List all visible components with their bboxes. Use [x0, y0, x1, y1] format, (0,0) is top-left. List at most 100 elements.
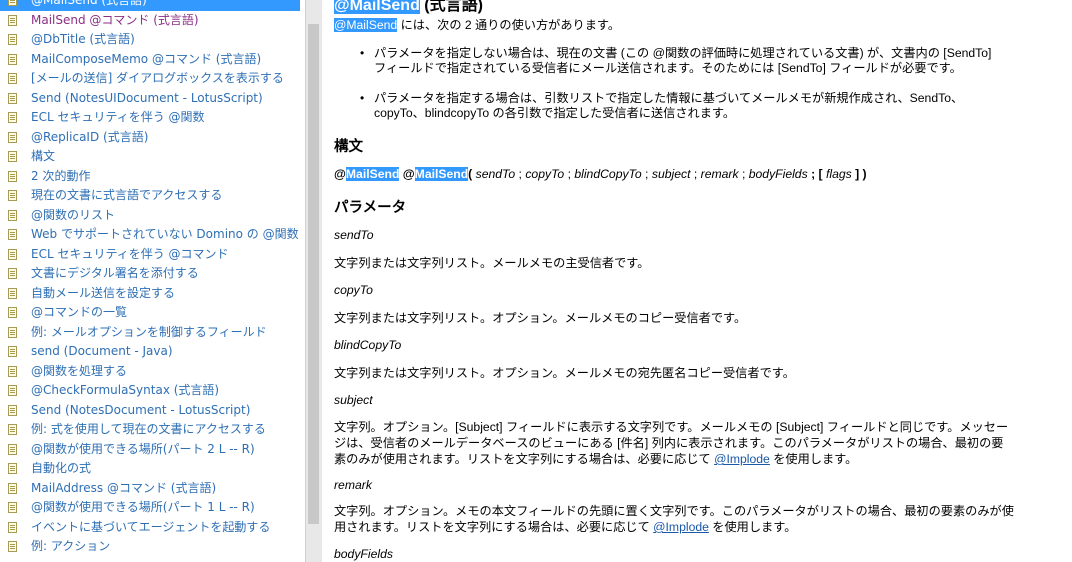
- index-item-label: @コマンドの一覧: [31, 305, 128, 319]
- index-item-label: MailComposeMemo @コマンド (式言語): [31, 51, 262, 66]
- document-icon: [8, 326, 17, 338]
- implode-link[interactable]: @Implode: [653, 520, 709, 534]
- document-icon: [8, 190, 17, 201]
- index-item[interactable]: Send (NotesDocument - LotusScript): [0, 401, 300, 421]
- index-item-label: @関数のリスト: [31, 207, 116, 222]
- document-icon: [8, 229, 17, 240]
- document-icon: [8, 73, 17, 84]
- index-item-label: Send (NotesDocument - LotusScript): [31, 402, 251, 417]
- index-item-label: MailSend @コマンド (式言語): [31, 12, 199, 27]
- bullet-dot-2: •: [360, 91, 365, 105]
- index-item-label: イベントに基づいてエージェントを起動する: [31, 519, 271, 534]
- index-item-label: 現在の文書に式言語でアクセスする: [31, 188, 223, 202]
- subject-desc-tail: を使用します。: [769, 452, 858, 466]
- help-article: @MailSend (式言語) @MailSend には、次の 2 通りの使い方…: [322, 0, 1072, 562]
- index-item[interactable]: @DbTitle (式言語): [0, 30, 300, 50]
- index-item[interactable]: ECL セキュリティを伴う @コマンド: [0, 245, 300, 265]
- index-item[interactable]: MailSend @コマンド (式言語): [0, 11, 300, 31]
- index-item[interactable]: MailAddress @コマンド (式言語): [0, 479, 300, 499]
- index-item-label: 構文: [31, 149, 56, 163]
- index-item-label: 自動化の式: [31, 461, 92, 475]
- index-item[interactable]: @関数のリスト: [0, 206, 300, 226]
- index-item-label: 例: 式を使用して現在の文書にアクセスする: [31, 422, 266, 436]
- syntax-heading: 構文: [334, 139, 363, 155]
- index-item[interactable]: send (Document - Java): [0, 342, 300, 362]
- index-item[interactable]: MailComposeMemo @コマンド (式言語): [0, 50, 300, 70]
- intro-highlight: @MailSend: [334, 18, 398, 32]
- syntax-sep: ;: [515, 167, 526, 181]
- index-item[interactable]: @ReplicaID (式言語): [0, 128, 300, 148]
- subject-desc-text: 文字列。オプション。[Subject] フィールドに表示する文字列です。メールメ…: [334, 420, 1009, 466]
- document-icon: [8, 131, 17, 143]
- index-item-label: send (Document - Java): [31, 344, 173, 358]
- index-item[interactable]: 2 次的動作: [0, 167, 300, 187]
- syntax-close: ] ): [851, 167, 867, 181]
- index-item[interactable]: Web でサポートされていない Domino の @関数: [0, 225, 300, 245]
- index-item-label: @関数を処理する: [31, 363, 128, 378]
- index-item[interactable]: @関数を処理する: [0, 362, 300, 382]
- document-icon: [8, 0, 17, 6]
- index-item-label: 例: メールオプションを制御するフィールド: [31, 324, 267, 339]
- document-icon: [8, 170, 17, 182]
- index-item[interactable]: 自動メール送信を設定する: [0, 284, 300, 304]
- intro-paragraph: @MailSend には、次の 2 通りの使い方があります。: [334, 17, 620, 33]
- document-icon: [8, 346, 17, 357]
- param-desc-subject: 文字列。オプション。[Subject] フィールドに表示する文字列です。メールメ…: [334, 419, 1014, 467]
- param-desc-sendto: 文字列または文字列リスト。メールメモの主受信者です。: [334, 256, 650, 270]
- document-icon: [8, 92, 17, 104]
- index-item[interactable]: ECL セキュリティを伴う @関数: [0, 108, 300, 128]
- index-item-label: @ReplicaID (式言語): [31, 129, 149, 144]
- index-item[interactable]: 文書にデジタル署名を添付する: [0, 264, 300, 284]
- index-item[interactable]: 構文: [0, 147, 300, 167]
- index-item[interactable]: [メールの送信] ダイアログボックスを表示する: [0, 69, 300, 89]
- index-item[interactable]: 例: アクション: [0, 537, 300, 557]
- params-heading: パラメータ: [334, 200, 407, 216]
- document-icon: [8, 248, 17, 260]
- syntax-line: @MailSend @MailSend( sendTo ; copyTo ; b…: [334, 166, 867, 182]
- index-item-label: @DbTitle (式言語): [31, 32, 135, 46]
- index-scrollbar[interactable]: [305, 0, 322, 562]
- index-item[interactable]: @関数が使用できる場所(パート 1 L -- R): [0, 498, 300, 518]
- index-item-label: 文書にデジタル署名を添付する: [31, 266, 199, 280]
- document-icon: [8, 365, 17, 377]
- bullet-2: パラメータを指定する場合は、引数リストで指定した情報に基づいてメールメモが新規作…: [374, 91, 964, 120]
- param-name-subject: subject: [334, 393, 373, 407]
- syntax-arg: remark: [700, 167, 739, 181]
- document-icon: [8, 112, 17, 123]
- param-name-bodyfields: bodyFields: [334, 547, 393, 561]
- document-icon: [8, 463, 17, 474]
- index-item[interactable]: イベントに基づいてエージェントを起動する: [0, 518, 300, 538]
- index-item[interactable]: 例: 式を使用して現在の文書にアクセスする: [0, 420, 300, 440]
- index-item[interactable]: Send (NotesUIDocument - LotusScript): [0, 89, 300, 109]
- document-icon: [8, 385, 17, 396]
- syntax-sep: ;: [641, 167, 652, 181]
- index-item[interactable]: @関数が使用できる場所(パート 2 L -- R): [0, 440, 300, 460]
- index-item[interactable]: @コマンドの一覧: [0, 303, 300, 323]
- index-item-label: Web でサポートされていない Domino の @関数: [31, 227, 299, 241]
- index-item-label: @関数が使用できる場所(パート 1 L -- R): [31, 500, 255, 514]
- syntax-sep: ;: [738, 167, 749, 181]
- document-icon: [8, 404, 17, 416]
- syntax-open: (: [468, 167, 476, 181]
- param-desc-remark: 文字列。オプション。メモの本文フィールドの先頭に置く文字列です。このパラメータが…: [334, 503, 1014, 535]
- bullet-dot-1: •: [360, 46, 365, 60]
- index-item[interactable]: @CheckFormulaSyntax (式言語): [0, 381, 300, 401]
- index-item[interactable]: 例: メールオプションを制御するフィールド: [0, 323, 300, 343]
- syntax-sep: ;: [564, 167, 575, 181]
- index-item[interactable]: 自動化の式: [0, 459, 300, 479]
- index-item[interactable]: 現在の文書に式言語でアクセスする: [0, 186, 300, 206]
- index-item-label: MailAddress @コマンド (式言語): [31, 480, 217, 495]
- syntax-at-2: @: [402, 167, 415, 181]
- implode-link[interactable]: @Implode: [714, 452, 770, 466]
- index-item-label: ECL セキュリティを伴う @関数: [31, 110, 205, 124]
- param-name-sendto: sendTo: [334, 228, 374, 242]
- intro-text: には、次の 2 通りの使い方があります。: [397, 18, 621, 32]
- index-item[interactable]: @MailSend (式言語): [0, 0, 300, 11]
- syntax-arg-flags: flags: [825, 167, 852, 181]
- document-icon: [8, 14, 17, 26]
- bullet-1: パラメータを指定しない場合は、現在の文書 (この @関数の評価時に処理されている…: [374, 46, 992, 75]
- document-icon: [8, 307, 17, 318]
- index-item-label: 2 次的動作: [31, 168, 91, 183]
- index-scrollbar-thumb[interactable]: [308, 24, 319, 524]
- document-icon: [8, 53, 17, 65]
